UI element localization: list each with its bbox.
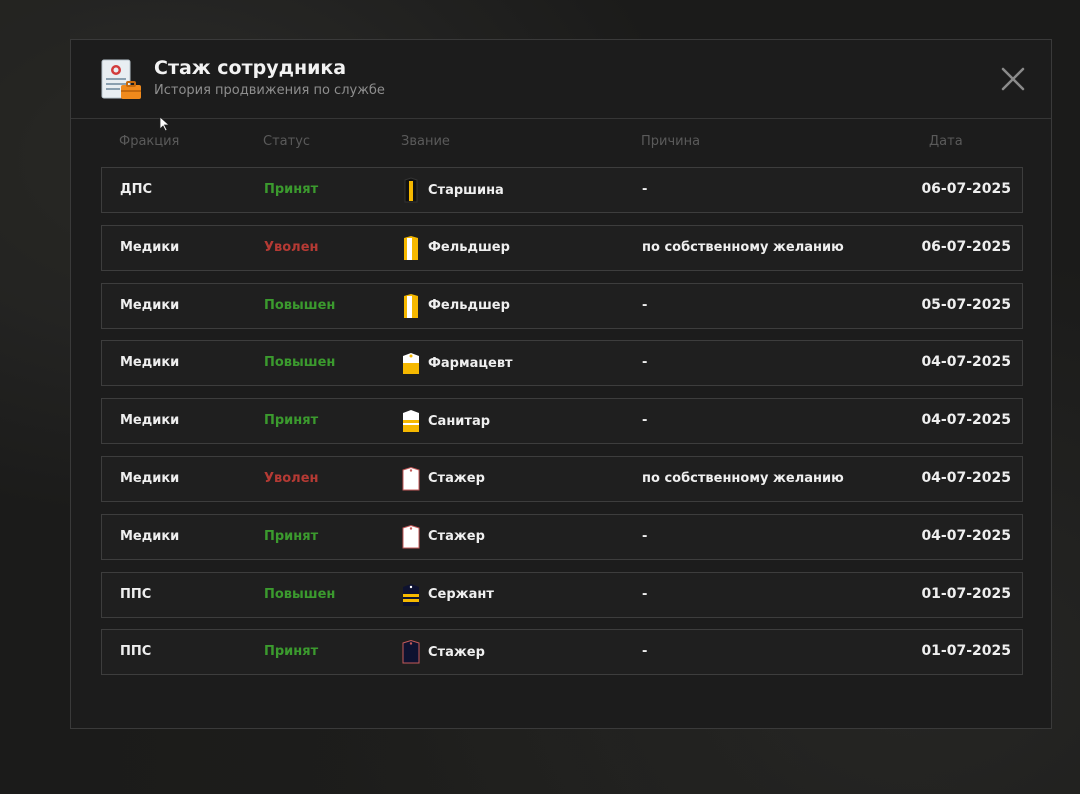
row-faction: ДПС [120,182,152,197]
row-reason: - [642,355,648,371]
epaulette-black-gold-stripe-icon [402,177,420,203]
row-reason: - [642,528,648,544]
row-date: 01-07-2025 [921,585,1011,602]
table-header: Фракция Статус Звание Причина Дата [101,134,1021,152]
row-reason: - [642,644,648,660]
row-reason: - [642,413,648,429]
row-rank-label: Стажер [428,644,485,660]
epaulette-gold-white-stripe-icon [402,235,420,261]
row-reason: - [642,182,648,197]
row-faction: Медики [120,528,180,544]
seniority-modal: Стаж сотрудника История продвижения по с… [70,39,1052,729]
row-rank: Санитар [402,408,490,434]
row-rank: Фельдшер [402,293,510,319]
row-rank-label: Фельдшер [428,298,510,314]
table-row[interactable]: ДПС Принят Старшина - 06-07-2025 [101,167,1023,213]
row-rank: Старшина [402,177,504,203]
row-rank: Стажер [402,466,485,492]
row-status: Уволен [264,470,319,486]
row-rank-label: Стажер [428,529,485,545]
row-faction: Медики [120,239,180,255]
close-icon[interactable] [1001,67,1025,91]
row-rank: Стажер [402,639,485,665]
row-faction: Медики [120,413,180,429]
row-date: 01-07-2025 [921,643,1011,660]
row-rank-label: Стажер [428,471,485,487]
row-date: 04-07-2025 [921,469,1011,486]
row-rank-label: Санитар [428,413,491,429]
row-rank-label: Сержант [428,587,494,603]
column-header-faction: Фракция [119,134,180,149]
row-status: Принят [264,413,319,429]
modal-header: Стаж сотрудника История продвижения по с… [71,40,1051,119]
background-shape [0,0,70,300]
row-rank-label: Фельдшер [428,240,510,256]
row-rank: Стажер [402,524,485,550]
row-reason: по собственному желанию [642,470,844,486]
row-date: 06-07-2025 [921,181,1011,197]
row-date: 04-07-2025 [921,527,1011,544]
row-faction: ППС [120,586,152,602]
table-row[interactable]: Медики Уволен Стажер по собственному желани… [101,455,1023,502]
row-rank: Сержант [402,582,494,608]
row-date: 06-07-2025 [921,238,1011,255]
column-header-date: Дата [929,134,963,149]
table-row[interactable]: Медики Принят Санитар - 04-07-2025 [101,398,1023,445]
epaulette-gold-white-stripe-icon [402,293,420,319]
document-briefcase-icon [100,58,144,102]
table-row[interactable]: Медики Повышен Фармацевт - 04-07-2025 [101,340,1023,387]
column-header-status: Статус [263,134,311,149]
row-status: Повышен [264,586,336,602]
row-rank: Фельдшер [402,235,510,261]
epaulette-white-gold-bottom-icon [402,350,420,376]
row-date: 04-07-2025 [921,412,1011,429]
row-faction: Медики [120,355,180,371]
row-reason: - [642,297,648,313]
row-status: Принят [264,182,319,197]
epaulette-navy-gold-bars-icon [402,582,420,608]
mouse-cursor-icon [159,116,171,132]
table-row[interactable]: ППС Повышен Сержант - 01-07-2025 [101,571,1023,618]
row-rank-label: Фармацевт [428,355,513,371]
table-row[interactable]: ППС Принят Стажер - 01-07-2025 [101,629,1023,676]
history-list: ДПС Принят Старшина - 06-07-2025 Медики Уволен… [101,167,1023,687]
modal-subtitle: История продвижения по службе [154,83,385,98]
row-status: Повышен [264,297,336,313]
table-row[interactable]: Медики Принят Стажер - 04-07-2025 [101,513,1023,560]
row-rank-label: Старшина [428,182,504,198]
row-rank: Фармацевт [402,350,513,376]
row-date: 04-07-2025 [921,354,1011,371]
row-reason: - [642,586,648,602]
column-header-reason: Причина [641,134,701,149]
table-row[interactable]: Медики Повышен Фельдшер - 05-07-2025 [101,282,1023,329]
row-status: Уволен [264,239,319,255]
modal-title: Стаж сотрудника [154,57,347,79]
row-status: Повышен [264,355,336,371]
row-faction: Медики [120,470,180,486]
row-status: Принят [264,644,319,660]
epaulette-white-gold-bars-icon [402,408,420,434]
table-row[interactable]: Медики Уволен Фельдшер по собственному жела… [101,224,1023,271]
epaulette-white-plain-icon [402,466,420,492]
row-faction: ППС [120,644,152,660]
epaulette-white-plain-icon [402,524,420,550]
column-header-rank: Звание [401,134,450,149]
row-status: Принят [264,528,319,544]
row-reason: по собственному желанию [642,239,844,255]
row-date: 05-07-2025 [921,296,1011,313]
epaulette-navy-plain-icon [402,639,420,665]
row-faction: Медики [120,297,180,313]
